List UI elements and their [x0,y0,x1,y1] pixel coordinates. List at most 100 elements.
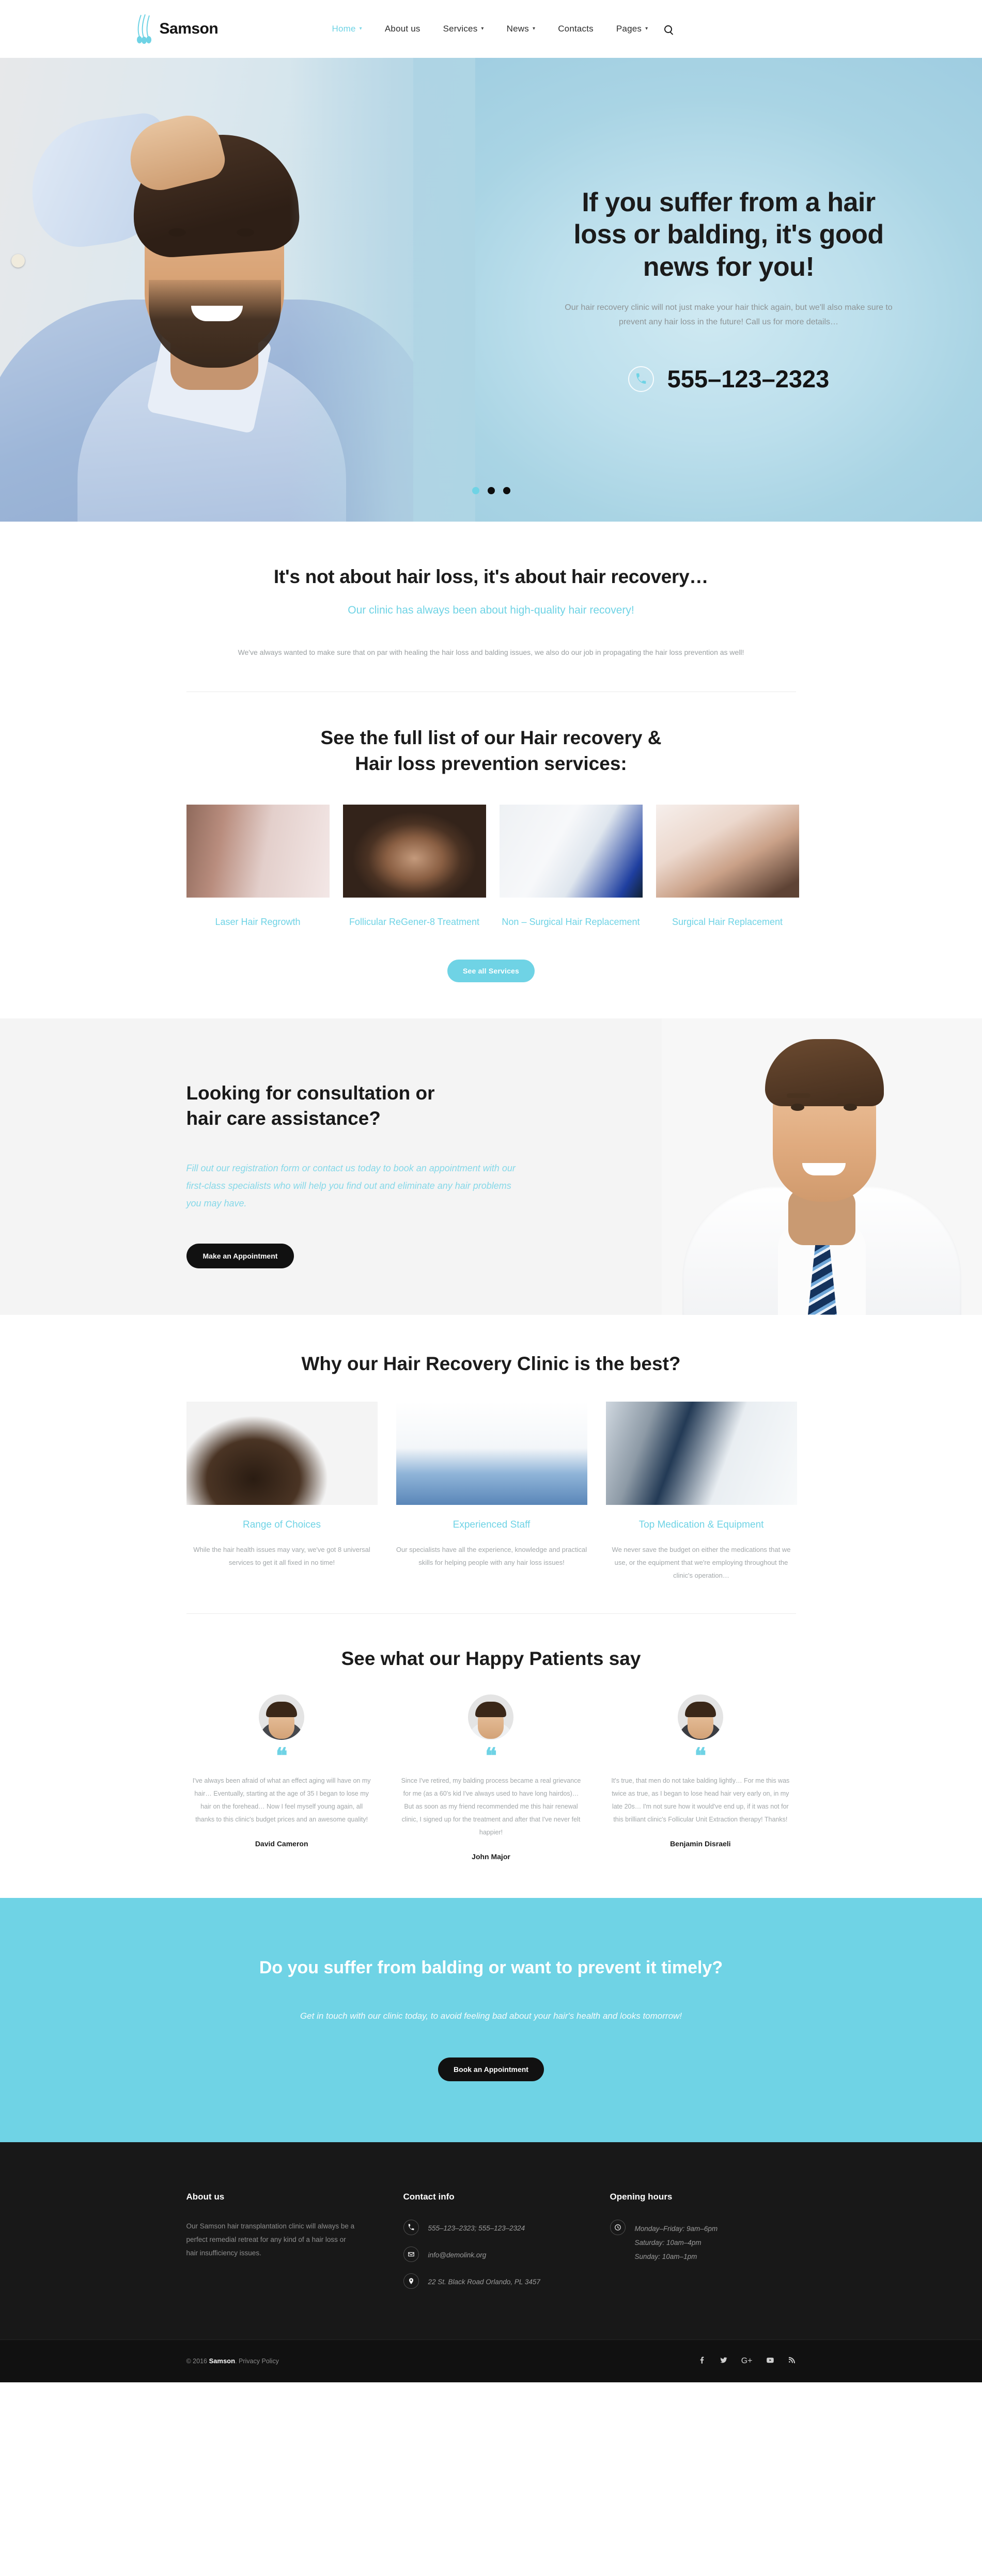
search-icon[interactable] [664,25,673,33]
footer-email-value[interactable]: info@demolink.org [428,2247,487,2261]
services-section: See the full list of our Hair recovery &… [0,692,982,1018]
intro-heading: It's not about hair loss, it's about hai… [273,566,709,587]
cta-heading: Do you suffer from balding or want to pr… [259,1957,723,1977]
service-label[interactable]: Laser Hair Regrowth [186,915,330,930]
testimonial-card: ❝ I've always been afraid of what an eff… [186,1694,377,1861]
service-card[interactable]: Non – Surgical Hair Replacement [499,804,643,930]
hero-phone-row[interactable]: 555–123–2323 [564,365,894,393]
testimonial-card: ❝ It's true, that men do not take baldin… [605,1694,796,1861]
why-card-title: Experienced Staff [453,1519,531,1530]
service-image-scalp-marking [186,804,330,898]
facebook-icon[interactable] [698,2356,706,2366]
footer-phone-value: 555–123–2323; 555–123–2324 [428,2224,525,2232]
footer-hours-line: Monday–Friday: 9am–6pm [634,2224,718,2233]
testimonial-author: David Cameron [255,1839,308,1848]
quote-mark-icon: ❝ [275,1744,288,1768]
why-card-text: While the hair health issues may vary, w… [193,1545,370,1566]
hero-title: If you suffer from a hair loss or baldin… [573,187,884,282]
services-heading: See the full list of our Hair recovery &… [0,725,982,777]
service-card[interactable]: Follicular ReGener-8 Treatment [342,804,486,930]
privacy-policy-link[interactable]: Privacy Policy [239,2358,279,2365]
why-image-medical-team [396,1401,587,1505]
copyright-brand: Samson [209,2357,236,2365]
footer-address-row[interactable]: 22 St. Black Road Orlando, PL 3457 [403,2273,610,2289]
hero-slider-dots [0,487,982,494]
why-card-text: We never save the budget on either the m… [612,1545,791,1580]
nav-item-news[interactable]: News ▾ [495,24,547,34]
nav-item-about-us[interactable]: About us [373,24,432,34]
services-heading-line2: Hair loss prevention services: [355,752,627,774]
footer-about-text: Our Samson hair transplantation clinic w… [186,2222,355,2257]
nav-label: Pages [616,24,642,34]
service-image-balding-crown [342,804,486,898]
brand-logo[interactable]: Samson [135,14,305,44]
cta-body: Get in touch with our clinic today, to a… [300,2010,682,2021]
testimonials-grid: ❝ I've always been afraid of what an eff… [186,1694,796,1861]
nav-item-contacts[interactable]: Contacts [547,24,605,34]
phone-icon [403,2219,419,2235]
nav-item-pages[interactable]: Pages ▾ [605,24,659,34]
footer-phone-row[interactable]: 555–123–2323; 555–123–2324 [403,2219,610,2235]
nav-label: News [506,24,529,34]
footer-hours-title: Opening hours [610,2191,673,2202]
page-root: Samson Home ▾ About us Services ▾ News ▾ [0,0,982,2382]
services-grid: Laser Hair Regrowth Follicular ReGener-8… [186,804,799,930]
avatar [468,1694,514,1740]
service-image-scalp-treatment [656,804,799,898]
footer-contact-title: Contact info [403,2191,455,2202]
slider-dot-1[interactable] [472,487,479,494]
footer-address-value: 22 St. Black Road Orlando, PL 3457 [428,2277,540,2286]
avatar [259,1694,305,1740]
testimonial-text: It's true, that men do not take balding … [611,1777,790,1823]
footer-bottom-bar: © 2016 Samson. Privacy Policy G+ [0,2339,982,2382]
testimonials-heading: See what our Happy Patients say [341,1647,641,1669]
footer-hours-column: Opening hours Monday–Friday: 9am–6pm Sat… [610,2192,796,2300]
footer-about-title: About us [186,2191,225,2202]
services-heading-line1: See the full list of our Hair recovery & [320,727,662,748]
intro-accent-text: Our clinic has always been about high-qu… [348,604,634,617]
why-card: Range of Choices While the hair health i… [186,1401,378,1582]
service-card[interactable]: Laser Hair Regrowth [186,804,330,930]
book-an-appointment-button[interactable]: Book an Appointment [438,2057,544,2081]
see-all-services-button[interactable]: See all Services [447,959,535,982]
service-image-clinic-device [499,804,643,898]
service-label[interactable]: Surgical Hair Replacement [656,915,799,930]
service-card[interactable]: Surgical Hair Replacement [656,804,799,930]
rss-icon[interactable] [788,2356,796,2366]
why-card-title: Top Medication & Equipment [638,1519,764,1530]
nav-label: About us [384,24,420,34]
nav-item-home[interactable]: Home ▾ [321,24,373,34]
hero-phone-number: 555–123–2323 [667,365,830,393]
testimonial-author: John Major [472,1852,510,1861]
why-card-text: Our specialists have all the experience,… [396,1545,587,1566]
why-card: Top Medication & Equipment We never save… [605,1401,797,1582]
twitter-icon[interactable] [720,2356,728,2366]
why-card-title: Range of Choices [242,1519,321,1530]
service-label[interactable]: Follicular ReGener-8 Treatment [343,915,486,930]
nav-label: Home [332,24,356,34]
main-navigation: Home ▾ About us Services ▾ News ▾ Contac… [305,24,848,34]
youtube-icon[interactable] [766,2356,774,2366]
consultation-section: Looking for consultation or hair care as… [0,1018,982,1315]
site-header: Samson Home ▾ About us Services ▾ News ▾ [0,0,982,58]
testimonial-text: I've always been afraid of what an effec… [192,1777,371,1823]
slider-dot-3[interactable] [503,487,510,494]
footer-about-column: About us Our Samson hair transplantation… [186,2192,403,2300]
google-plus-icon[interactable]: G+ [741,2357,753,2365]
make-an-appointment-button[interactable]: Make an Appointment [186,1243,294,1268]
footer-contact-column: Contact info 555–123–2323; 555–123–2324 … [403,2192,610,2300]
testimonial-text: Since I've retired, my balding process b… [401,1777,581,1836]
slider-dot-2[interactable] [487,487,495,494]
copyright-year: © 2016 [186,2358,208,2365]
footer-email-row[interactable]: info@demolink.org [403,2246,610,2262]
phone-icon [628,366,654,392]
consultation-heading: Looking for consultation or hair care as… [186,1082,435,1129]
consultation-body: Fill out our registration form or contac… [186,1163,516,1209]
copyright-suffix: . [235,2358,237,2365]
avatar [677,1694,723,1740]
nav-item-services[interactable]: Services ▾ [432,24,495,34]
service-label[interactable]: Non – Surgical Hair Replacement [500,915,643,930]
chevron-down-icon: ▾ [481,26,484,32]
nav-label: Contacts [558,24,594,34]
why-card: Experienced Staff Our specialists have a… [396,1401,587,1582]
